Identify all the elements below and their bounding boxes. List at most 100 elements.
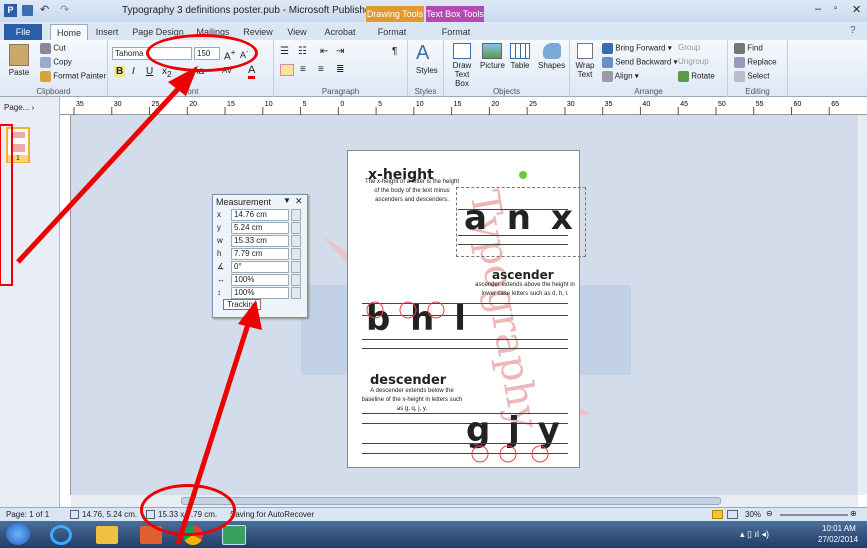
- decrease-indent-icon[interactable]: ⇤: [320, 46, 328, 57]
- measure-scaling-spinner[interactable]: [291, 287, 301, 299]
- paste-button[interactable]: Paste: [4, 44, 34, 77]
- publication-page[interactable]: Typography x-height The x-height of a le…: [347, 150, 586, 468]
- tab-format-textbox[interactable]: Format: [436, 24, 476, 40]
- horizontal-scroll-thumb[interactable]: [181, 497, 721, 505]
- justify-icon[interactable]: ≣: [336, 64, 344, 75]
- zoom-slider[interactable]: [780, 514, 848, 516]
- bullets-icon[interactable]: ☰: [280, 46, 289, 57]
- ungroup-button[interactable]: Ungroup: [678, 57, 709, 66]
- align-left-icon[interactable]: [280, 64, 294, 76]
- measure-height-input[interactable]: 7.79 cm: [231, 248, 289, 260]
- vertical-scrollbar[interactable]: [858, 115, 867, 495]
- align-button[interactable]: Align ▾: [602, 71, 639, 82]
- select-button[interactable]: Select: [734, 71, 769, 82]
- measure-x-spinner[interactable]: [291, 209, 301, 221]
- tab-home[interactable]: Home: [50, 24, 88, 40]
- descender-guide-low: [362, 453, 568, 454]
- format-painter-button[interactable]: Format Painter: [40, 71, 106, 82]
- minimize-button[interactable]: –: [815, 3, 821, 15]
- maximize-button[interactable]: ▫: [834, 3, 838, 14]
- context-tab-text-box-tools: Text Box Tools: [426, 6, 484, 22]
- close-button[interactable]: ✕: [852, 3, 861, 16]
- replace-button[interactable]: Replace: [734, 57, 777, 68]
- bold-icon[interactable]: B: [114, 66, 126, 77]
- tab-review[interactable]: Review: [240, 24, 276, 40]
- tab-format-drawing[interactable]: Format: [372, 24, 412, 40]
- picture-button[interactable]: Picture: [480, 43, 505, 70]
- clock-date[interactable]: 27/02/2014: [818, 535, 858, 544]
- ruler-tick-label: 60: [793, 101, 801, 108]
- vertical-ruler[interactable]: [60, 115, 71, 495]
- redo-icon[interactable]: ↷: [60, 3, 69, 16]
- tab-insert[interactable]: Insert: [92, 24, 122, 40]
- measure-y-spinner[interactable]: [291, 222, 301, 234]
- measurement-toolbar[interactable]: Measurement ▼ ✕ x 14.76 cm y 5.24 cm w 15.3…: [212, 194, 308, 318]
- group-button[interactable]: Group: [678, 43, 700, 52]
- annotation-circle-font-size: [146, 34, 258, 72]
- copy-button[interactable]: Copy: [40, 57, 72, 68]
- status-page[interactable]: Page: 1 of 1: [6, 510, 49, 519]
- measure-y-input[interactable]: 5.24 cm: [231, 222, 289, 234]
- rotate-handle[interactable]: [519, 171, 527, 179]
- horizontal-ruler[interactable]: 35 30 25 20 15 10 5 0 5 10 15 20 25 30 35 40 45 50 55 60 65: [60, 97, 867, 115]
- styles-icon[interactable]: A: [416, 42, 429, 65]
- shapes-button[interactable]: Shapes: [538, 43, 565, 70]
- undo-icon[interactable]: ↶: [40, 3, 49, 16]
- view-two-page-icon[interactable]: [727, 510, 738, 519]
- bring-forward-button[interactable]: Bring Forward ▾: [602, 43, 672, 54]
- font-color-icon[interactable]: A: [248, 64, 256, 79]
- help-icon[interactable]: ?: [850, 25, 856, 36]
- ruler-tick-label: 55: [756, 101, 764, 108]
- measure-width-spinner[interactable]: [291, 235, 301, 247]
- start-button[interactable]: [6, 523, 30, 545]
- styles-button[interactable]: Styles: [416, 66, 438, 75]
- ruler-tick-label: 40: [642, 101, 650, 108]
- clock-time[interactable]: 10:01 AM: [822, 524, 856, 533]
- zoom-level[interactable]: 30%: [745, 510, 761, 519]
- publisher-taskbar-icon[interactable]: [222, 525, 246, 545]
- measure-rotation-input[interactable]: 0°: [231, 261, 289, 273]
- measure-row-width: w 15.33 cm: [215, 235, 307, 248]
- measure-width-input[interactable]: 15.33 cm: [231, 235, 289, 247]
- ie-taskbar-icon[interactable]: [50, 525, 72, 545]
- measurement-menu-icon[interactable]: ▼: [283, 196, 291, 205]
- page-thumbnail[interactable]: 1: [6, 127, 30, 163]
- measure-height-spinner[interactable]: [291, 248, 301, 260]
- align-center-icon[interactable]: ≡: [300, 64, 306, 75]
- tab-file[interactable]: File: [4, 24, 42, 40]
- wrap-text-button[interactable]: Wrap Text: [574, 43, 596, 79]
- measure-row-x: x 14.76 cm: [215, 209, 307, 222]
- show-marks-icon[interactable]: ¶: [392, 46, 397, 57]
- send-backward-button[interactable]: Send Backward ▾: [602, 57, 678, 68]
- explorer-taskbar-icon[interactable]: [96, 526, 118, 544]
- ruler-tick-label: 5: [303, 101, 307, 108]
- align-right-icon[interactable]: ≡: [318, 64, 324, 75]
- tab-view[interactable]: View: [282, 24, 312, 40]
- view-normal-icon[interactable]: [712, 510, 723, 519]
- tray-icons[interactable]: ▴ ▯ ıl ◂): [740, 529, 769, 540]
- measure-tracking-input[interactable]: 100%: [231, 274, 289, 286]
- measure-scaling-input[interactable]: 100%: [231, 287, 289, 299]
- draw-text-box-button[interactable]: Draw Text Box: [448, 43, 476, 88]
- page-pane-header[interactable]: Page... ›: [4, 103, 34, 112]
- measure-row-height: h 7.79 cm: [215, 248, 307, 261]
- table-button[interactable]: Table: [510, 43, 530, 70]
- increase-indent-icon[interactable]: ⇥: [336, 46, 344, 57]
- underline-icon[interactable]: U: [146, 66, 153, 77]
- rotate-button[interactable]: Rotate: [678, 71, 715, 82]
- measure-rotation-spinner[interactable]: [291, 261, 301, 273]
- zoom-out-icon[interactable]: ⊖: [766, 509, 773, 518]
- tab-acrobat[interactable]: Acrobat: [320, 24, 360, 40]
- find-icon: [734, 43, 745, 54]
- measurement-close-icon[interactable]: ✕: [295, 196, 303, 207]
- zoom-in-icon[interactable]: ⊕: [850, 509, 857, 518]
- measurement-title: Measurement: [216, 197, 272, 207]
- measure-x-input[interactable]: 14.76 cm: [231, 209, 289, 221]
- find-button[interactable]: Find: [734, 43, 763, 54]
- cut-button[interactable]: Cut: [40, 43, 66, 54]
- italic-icon[interactable]: I: [132, 66, 135, 77]
- save-icon[interactable]: [22, 5, 33, 16]
- app-icon[interactable]: P: [4, 4, 17, 17]
- measure-tracking-spinner[interactable]: [291, 274, 301, 286]
- numbering-icon[interactable]: ☷: [298, 46, 307, 57]
